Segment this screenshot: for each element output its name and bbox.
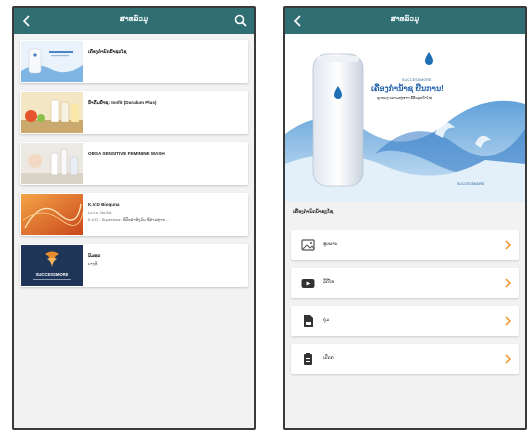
menu-item-videos[interactable]: ວີດີໂອ — [291, 268, 519, 298]
logo-text: SUCCESSMORE — [36, 272, 69, 277]
screen-title: ສາທລົວມູ — [119, 16, 149, 23]
chevron-right-icon — [505, 278, 512, 288]
back-arrow-icon[interactable] — [18, 11, 36, 31]
product-list: ເຄື່ອງກຳນົດນ້ຳຊະໂຊ ນ້ຳດື່ມນ້ຳຊ: Ionfit (… — [20, 40, 248, 295]
menu-item-label: ເປີດກ — [323, 355, 334, 360]
menu-item-label: ຮູບພາບ — [323, 241, 338, 246]
left-phone-screen: ສາທລົວມູ ເຄື່ອງກຳນົດນ້ຳຊະໂຊ ນ້ຳດື່ມນ້ຳຊ:… — [12, 6, 256, 430]
back-arrow-icon[interactable] — [289, 11, 307, 31]
product-thumbnail — [21, 194, 83, 235]
item-description: K.V.D - Supervisor: ທີ່ປຶກສາທັງມັນ ທີ່ສາ… — [88, 217, 170, 222]
hero-banner: SUCCESSMORE ເຄື່ອງກຳນ້ຳຊ ຢືນການ! ຊຸດແນະ … — [285, 34, 525, 202]
hero-headline: ເຄື່ອງກຳນ້ຳຊ ຢືນການ! — [371, 84, 444, 93]
menu-item-documents[interactable]: ຄູ່ມ — [291, 306, 519, 336]
list-item-feminine-wash[interactable]: OBSA SENSITIVE FEMININE WASH — [20, 142, 248, 185]
successmore-logo-thumbnail: SUCCESSMORE — [21, 245, 83, 286]
screen-title: ສາທລົວມູ — [390, 16, 420, 23]
chevron-right-icon — [505, 354, 512, 364]
clipboard-icon — [304, 353, 312, 365]
list-item-successmore[interactable]: SUCCESSMORE ນົມທະ ນາງທີ — [20, 244, 248, 287]
item-subtitle: ນາງທີ — [88, 261, 98, 266]
chevron-right-icon — [505, 240, 512, 250]
water-splash-illustration — [285, 34, 525, 202]
search-icon[interactable] — [232, 12, 250, 30]
top-bar: ສາທລົວມູ — [285, 8, 525, 34]
successmore-logo-icon: SUCCESSMORE — [21, 245, 83, 286]
list-item-kvd-bioquna[interactable]: K.V.D Bioquna Lo.Lo. No:5/L K.V.D - Supe… — [20, 193, 248, 236]
brand-name: SUCCESSMORE — [402, 78, 432, 82]
product-thumbnail — [21, 143, 83, 184]
document-icon — [304, 315, 313, 327]
chevron-right-icon — [505, 316, 512, 326]
item-subtitle: Lo.Lo. No:5/L — [88, 210, 113, 215]
hero-tagline: ຊຸດແນະ ຄວາມສະອາດ ທີ່ສິນລຸກຄ້າໃໝ່ — [377, 96, 433, 100]
right-phone-screen: ສາທລົວມູ SUCCESSMORE ເຄື່ອງກຳນ້ຳຊ ຢືນການ… — [283, 6, 527, 430]
item-title: ນົມທະ — [88, 253, 101, 258]
menu-item-info[interactable]: ເປີດກ — [291, 344, 519, 374]
image-icon — [301, 239, 315, 251]
product-thumbnail — [21, 41, 83, 82]
youtube-icon — [301, 279, 315, 288]
menu-item-images[interactable]: ຮູບພາບ — [291, 230, 519, 260]
product-thumbnail — [21, 92, 83, 133]
item-title: K.V.D Bioquna — [88, 202, 120, 207]
top-bar: ສາທລົວມູ — [14, 8, 254, 34]
product-section-title: ເຄື່ອງກຳນົດນ້ຳຊະໂຊ — [293, 210, 334, 215]
list-item-water-purifier[interactable]: ເຄື່ອງກຳນົດນ້ຳຊະໂຊ — [20, 40, 248, 83]
list-item-drink-product[interactable]: ນ້ຳດື່ມນ້ຳຊ: Ionfit (Duralum Plus) — [20, 91, 248, 134]
item-title: OBSA SENSITIVE FEMININE WASH — [88, 151, 165, 156]
menu-item-label: ຄູ່ມ — [323, 317, 330, 322]
item-title: ເຄື່ອງກຳນົດນ້ຳຊະໂຊ — [88, 49, 127, 54]
brand-name-bottom: SUCCESSMORE — [457, 182, 485, 186]
media-menu: ຮູບພາບ ວີດີໂອ ຄູ່ມ ເປີດກ — [291, 230, 519, 382]
item-title: ນ້ຳດື່ມນ້ຳຊ: Ionfit (Duralum Plus) — [88, 100, 157, 105]
menu-item-label: ວີດີໂອ — [323, 279, 334, 284]
